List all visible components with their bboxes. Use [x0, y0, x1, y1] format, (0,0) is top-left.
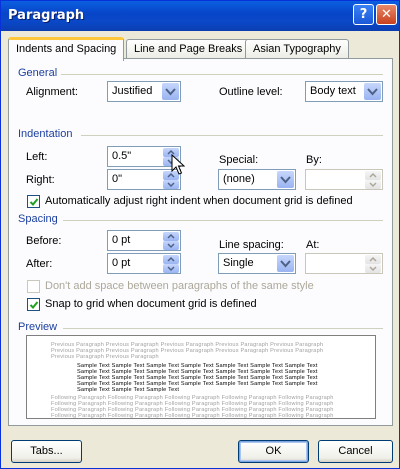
left-indent-value: 0.5" [112, 150, 132, 162]
snap-to-grid-checkbox[interactable] [27, 298, 40, 311]
special-label: Special: [219, 154, 259, 166]
right-indent-value: 0" [112, 173, 123, 185]
at-spinner[interactable] [305, 253, 383, 274]
outline-level-label: Outline level: [219, 86, 283, 98]
cancel-button[interactable]: Cancel [318, 440, 393, 463]
title-bar[interactable]: Paragraph ? ✕ [1, 1, 399, 31]
auto-adjust-checkbox[interactable] [27, 195, 40, 208]
after-label: After: [26, 258, 53, 270]
spin-down-icon[interactable] [163, 241, 179, 250]
spacing-after-value: 0 pt [112, 257, 131, 269]
alignment-dropdown[interactable]: Justified [107, 81, 181, 102]
tabs-button[interactable]: Tabs... [11, 440, 82, 463]
indentation-heading: Indentation [18, 128, 73, 140]
line-spacing-dropdown[interactable]: Single [218, 253, 296, 274]
indentation-separator [81, 135, 383, 136]
spacing-before-value: 0 pt [112, 234, 131, 246]
tab-indents-and-spacing[interactable]: Indents and Spacing [8, 37, 125, 61]
close-button[interactable]: ✕ [376, 4, 397, 25]
line-spacing-value: Single [223, 257, 254, 269]
dialog-title: Paragraph [8, 8, 85, 23]
left-indent-label: Left: [26, 151, 48, 163]
spacing-separator [63, 220, 383, 221]
spin-down-icon[interactable] [365, 180, 381, 189]
mouse-cursor-icon [171, 154, 185, 175]
spacing-before-spinner[interactable]: 0 pt [107, 230, 181, 251]
paragraph-dialog: Paragraph ? ✕ Indents and Spacing Line a… [0, 0, 400, 469]
preview-heading: Preview [18, 321, 58, 333]
outline-level-dropdown[interactable]: Body text [305, 81, 383, 102]
before-label: Before: [26, 235, 62, 247]
no-space-label[interactable]: Don't add space between paragraphs of th… [45, 280, 314, 292]
general-heading: General [18, 67, 58, 79]
left-indent-spinner[interactable]: 0.5" [107, 146, 181, 167]
spacing-heading: Spacing [18, 213, 58, 225]
spacing-after-spinner[interactable]: 0 pt [107, 253, 181, 274]
right-indent-spinner[interactable]: 0" [107, 169, 181, 190]
snap-to-grid-label[interactable]: Snap to grid when document grid is defin… [45, 298, 257, 310]
preview-following-line: Following Paragraph Following Paragraph … [51, 413, 334, 419]
general-separator [61, 74, 383, 75]
tab-line-and-page-breaks[interactable]: Line and Page Breaks [126, 39, 251, 59]
spin-down-icon[interactable] [365, 264, 381, 273]
preview-box: Previous Paragraph Previous Paragraph Pr… [26, 335, 376, 419]
by-spinner[interactable] [305, 169, 383, 190]
right-indent-label: Right: [26, 174, 55, 186]
spin-up-icon[interactable] [365, 171, 381, 180]
special-value: (none) [223, 173, 255, 185]
preview-sample-line: Sample Text Sample Text Sample Text [77, 387, 180, 393]
preview-separator [63, 328, 383, 329]
alignment-label: Alignment: [26, 86, 78, 98]
spin-up-icon[interactable] [163, 232, 179, 241]
at-label: At: [306, 239, 320, 251]
special-dropdown[interactable]: (none) [218, 169, 296, 190]
help-button[interactable]: ? [353, 4, 374, 25]
alignment-value: Justified [112, 85, 153, 97]
spin-up-icon[interactable] [163, 255, 179, 264]
ok-button[interactable]: OK [238, 440, 309, 463]
chevron-down-icon[interactable] [364, 83, 381, 100]
spin-down-icon[interactable] [163, 180, 179, 189]
no-space-checkbox[interactable] [27, 280, 40, 293]
tab-asian-typography[interactable]: Asian Typography [245, 39, 349, 59]
chevron-down-icon[interactable] [162, 83, 179, 100]
outline-level-value: Body text [310, 85, 356, 97]
spin-up-icon[interactable] [365, 255, 381, 264]
chevron-down-icon[interactable] [277, 255, 294, 272]
chevron-down-icon[interactable] [277, 171, 294, 188]
by-label: By: [306, 154, 322, 166]
spin-down-icon[interactable] [163, 264, 179, 273]
preview-previous-line: Previous Paragraph Previous Paragraph [51, 354, 159, 360]
auto-adjust-label[interactable]: Automatically adjust right indent when d… [45, 195, 353, 207]
line-spacing-label: Line spacing: [219, 239, 284, 251]
